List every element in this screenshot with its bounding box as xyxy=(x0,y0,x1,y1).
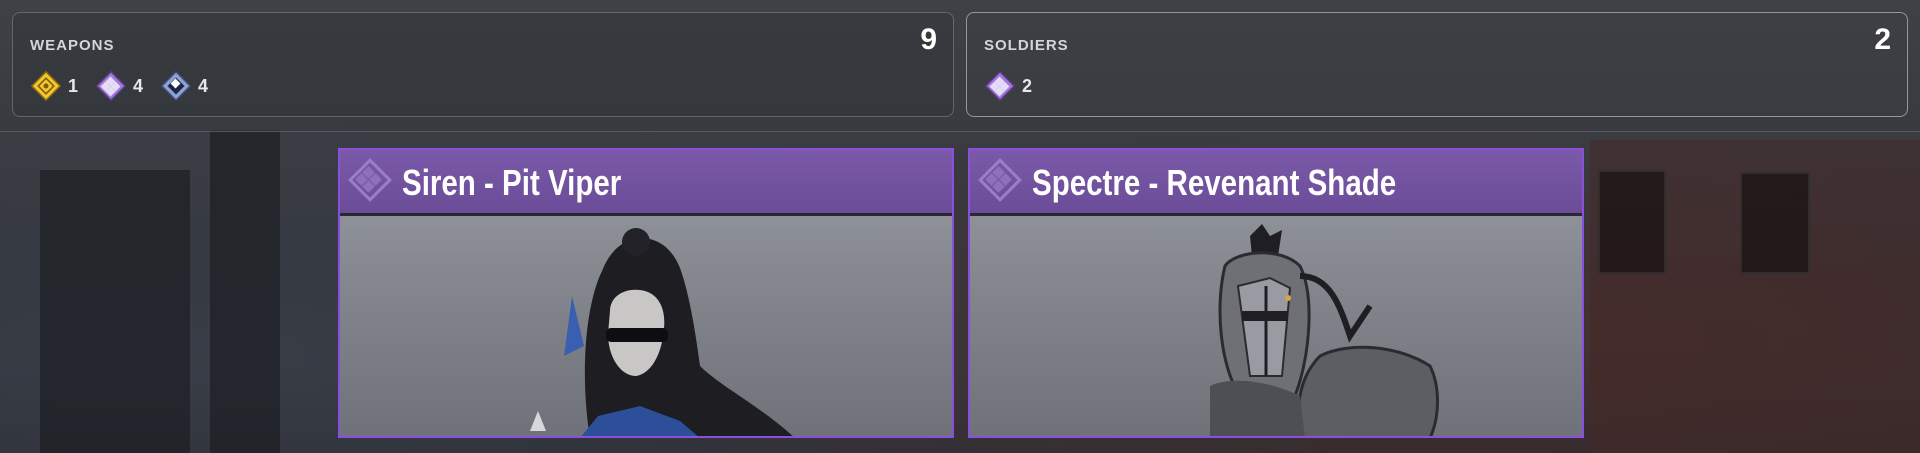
rarity-legendary: 1 xyxy=(29,69,78,103)
epic-count: 4 xyxy=(133,75,144,96)
epic-purple-diamond-icon xyxy=(984,70,1016,102)
card-header: Siren - Pit Viper xyxy=(340,150,952,216)
rare-blue-diamond-icon xyxy=(160,70,192,102)
card-title: Spectre - Revenant Shade xyxy=(1032,162,1397,203)
siren-character-portrait xyxy=(530,228,793,436)
card-title: Siren - Pit Viper xyxy=(402,162,622,203)
card-header: Spectre - Revenant Shade xyxy=(970,150,1582,216)
soldiers-title: SOLDIERS xyxy=(984,37,1069,54)
weapons-total-count: 9 xyxy=(920,23,937,56)
soldier-card-spectre[interactable]: Spectre - Revenant Shade xyxy=(968,148,1584,438)
background-window xyxy=(1598,170,1666,274)
weapons-rarity-breakdown: 1 4 4 xyxy=(29,69,224,103)
rare-count: 4 xyxy=(198,75,209,96)
epic-diamond-watermark-icon xyxy=(978,158,1022,202)
legendary-count: 1 xyxy=(68,75,79,96)
rarity-epic: 2 xyxy=(983,69,1032,103)
soldiers-total-count: 2 xyxy=(1874,23,1891,56)
rarity-epic: 4 xyxy=(94,69,143,103)
soldiers-rarity-breakdown: 2 xyxy=(983,69,1048,103)
legendary-gold-diamond-icon xyxy=(30,70,62,102)
weapons-panel[interactable]: WEAPONS 9 1 4 4 xyxy=(12,12,954,117)
weapons-title: WEAPONS xyxy=(30,37,115,54)
epic-count: 2 xyxy=(1022,75,1033,96)
background-window xyxy=(1740,172,1810,274)
background-building xyxy=(40,170,190,453)
spectre-character-portrait xyxy=(1210,224,1439,436)
epic-diamond-watermark-icon xyxy=(348,158,392,202)
background-building xyxy=(210,130,280,453)
rarity-rare: 4 xyxy=(159,69,208,103)
soldiers-panel[interactable]: SOLDIERS 2 2 xyxy=(966,12,1908,117)
soldier-card-siren[interactable]: Siren - Pit Viper xyxy=(338,148,954,438)
epic-purple-diamond-icon xyxy=(95,70,127,102)
